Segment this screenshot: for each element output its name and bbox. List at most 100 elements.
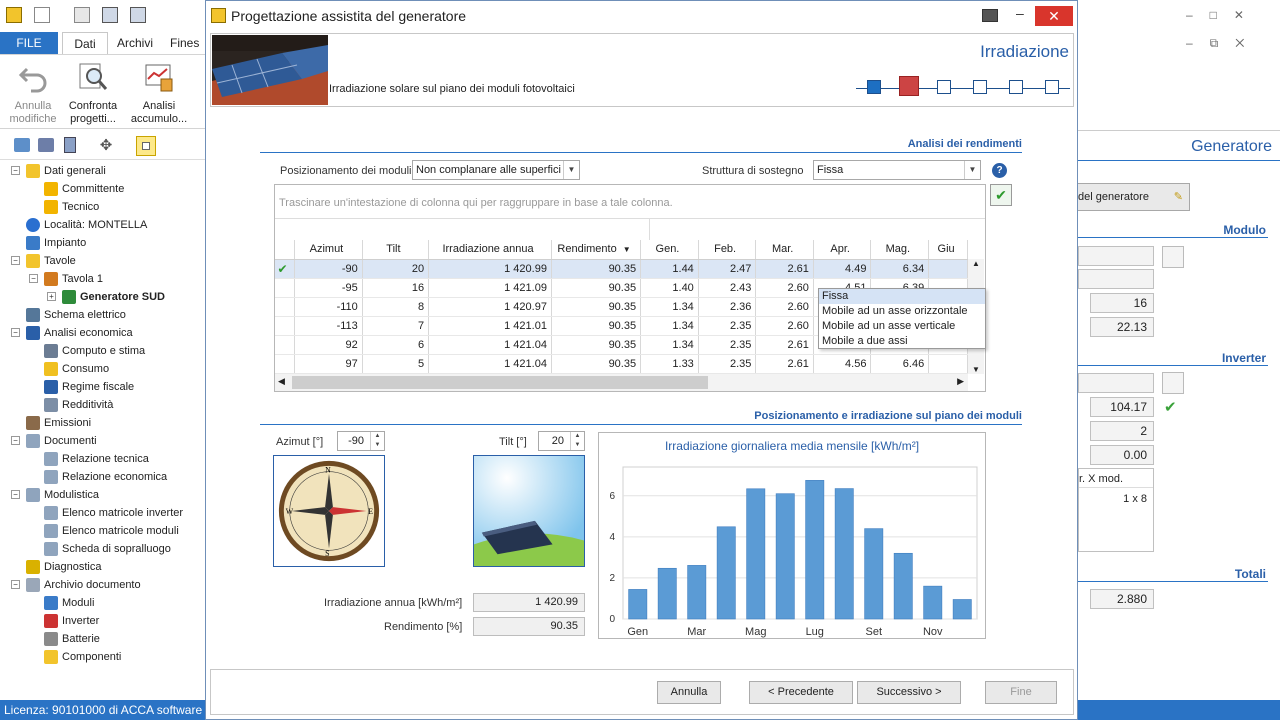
collapse-icon[interactable]: − <box>11 580 20 589</box>
tree-item[interactable]: Redditività <box>44 396 113 414</box>
child-window-controls[interactable]: –⧉✕ <box>1186 36 1276 52</box>
tree-item[interactable]: Regime fiscale <box>44 378 134 396</box>
tree-item[interactable]: Inverter <box>44 612 99 630</box>
collapse-icon[interactable]: − <box>11 328 20 337</box>
previous-button[interactable]: < Precedente <box>749 681 853 704</box>
tree-item[interactable]: Scheda di sopralluogo <box>44 540 171 558</box>
tree-item[interactable]: Elenco matricole moduli <box>44 522 179 540</box>
clipboard-icon[interactable] <box>64 137 76 153</box>
generator-data-button[interactable]: del generatore ✎ <box>1078 183 1190 211</box>
table-row[interactable]: ✔ -90 20 1 420.99 90.35 1.44 2.47 2.61 4.49 6.34 <box>275 259 968 279</box>
column-header[interactable]: Giu <box>928 240 968 260</box>
tree-item[interactable]: Componenti <box>44 648 121 666</box>
tree-item[interactable]: Impianto <box>26 234 86 252</box>
save-icon[interactable] <box>102 7 118 23</box>
tab-finestre[interactable]: Fines <box>170 32 205 54</box>
collapse-icon[interactable]: − <box>11 166 20 175</box>
inverter-list-icon[interactable] <box>1162 372 1184 394</box>
tree-item[interactable]: Emissioni <box>26 414 91 432</box>
step-2-current[interactable] <box>899 76 919 96</box>
tree-item[interactable]: Computo e stima <box>44 342 145 360</box>
option-mobile-verticale[interactable]: Mobile ad un asse verticale <box>819 319 985 334</box>
spin-icon[interactable]: ▲ ▼ <box>570 432 584 450</box>
layers-icon[interactable] <box>38 138 54 152</box>
column-header[interactable]: Mag. <box>870 240 930 260</box>
tree-item[interactable]: Batterie <box>44 630 100 648</box>
tree-item[interactable]: Archivio documento <box>26 576 141 594</box>
undo-button[interactable]: Annulla modifiche <box>3 59 63 126</box>
tree-item[interactable]: Relazione tecnica <box>44 450 149 468</box>
tree-item[interactable]: Tavola 1 <box>44 270 103 288</box>
module-list-icon[interactable] <box>1162 246 1184 268</box>
tree-item[interactable]: Modulistica <box>26 486 99 504</box>
tree-item[interactable]: Dati generali <box>26 162 106 180</box>
column-header[interactable]: Azimut <box>294 240 363 260</box>
monitor-icon[interactable] <box>982 9 998 22</box>
collapse-icon[interactable]: − <box>11 436 20 445</box>
tree-item[interactable]: Schema elettrico <box>26 306 126 324</box>
tree-item[interactable]: Tavole <box>26 252 76 270</box>
column-header[interactable]: Gen. <box>640 240 699 260</box>
folder-icon <box>26 254 40 268</box>
column-header[interactable]: Tilt <box>362 240 430 260</box>
column-header[interactable]: Mar. <box>755 240 814 260</box>
open-folder-icon[interactable] <box>74 7 90 23</box>
tree-item-label: Tavole <box>44 255 76 267</box>
step-4[interactable] <box>973 80 987 94</box>
spin-icon[interactable]: ▲ ▼ <box>370 432 384 450</box>
horizontal-scrollbar[interactable]: ◀ ▶ <box>275 374 968 391</box>
collapse-icon[interactable]: − <box>11 256 20 265</box>
expand-icon[interactable]: + <box>47 292 56 301</box>
column-header[interactable]: Apr. <box>813 240 872 260</box>
tree-item[interactable]: Elenco matricole inverter <box>44 504 183 522</box>
positioning-select[interactable]: Non complanare alle superfici ▼ <box>412 160 580 180</box>
book-icon[interactable] <box>14 138 30 152</box>
next-button[interactable]: Successivo > <box>857 681 961 704</box>
step-6[interactable] <box>1045 80 1059 94</box>
finish-button[interactable]: Fine <box>985 681 1057 704</box>
minimize-button[interactable]: – <box>1016 5 1024 21</box>
tree-item[interactable]: Diagnostica <box>26 558 101 576</box>
tab-archivi[interactable]: Archivi <box>112 32 158 54</box>
table-cell: 2.43 <box>698 278 757 298</box>
option-mobile-orizzontale[interactable]: Mobile ad un asse orizzontale <box>819 304 985 319</box>
tree-item[interactable]: Consumo <box>44 360 109 378</box>
app-logo-icon[interactable] <box>6 7 22 23</box>
option-fissa[interactable]: Fissa <box>819 289 985 304</box>
cancel-button[interactable]: Annulla <box>657 681 721 704</box>
tree-item[interactable]: Analisi economica <box>26 324 133 342</box>
tree-item[interactable]: Documenti <box>26 432 97 450</box>
collapse-icon[interactable]: − <box>11 490 20 499</box>
collapse-icon[interactable]: − <box>29 274 38 283</box>
structure-select[interactable]: Fissa ▼ <box>813 160 981 180</box>
option-due-assi[interactable]: Mobile a due assi <box>819 334 985 349</box>
column-header[interactable]: Rendimento ▼ <box>551 240 642 260</box>
tilt-input[interactable]: 20 ▲ ▼ <box>538 431 585 451</box>
step-5[interactable] <box>1009 80 1023 94</box>
compare-projects-button[interactable]: Confronta progetti... <box>63 59 123 126</box>
tab-file[interactable]: FILE <box>0 32 58 54</box>
tree-item[interactable]: Moduli <box>44 594 94 612</box>
move-icon[interactable]: ✥ <box>96 137 116 155</box>
tree-item[interactable]: Generatore SUD <box>62 288 165 306</box>
table-row[interactable]: 97 5 1 421.04 90.35 1.33 2.35 2.61 4.56 6.46 <box>275 354 968 374</box>
close-button[interactable]: ✕ <box>1035 6 1073 26</box>
tree-item[interactable]: Tecnico <box>44 198 99 216</box>
new-file-icon[interactable] <box>34 7 50 23</box>
confirm-check-button[interactable]: ✔ <box>990 184 1012 206</box>
storage-analysis-button[interactable]: Analisi accumulo... <box>129 59 189 126</box>
tree-item[interactable]: Committente <box>44 180 124 198</box>
tree-item[interactable]: Relazione economica <box>44 468 167 486</box>
step-1[interactable] <box>867 80 881 94</box>
column-header[interactable]: Feb. <box>698 240 757 260</box>
save-all-icon[interactable] <box>130 7 146 23</box>
note-icon[interactable] <box>136 136 156 156</box>
step-3[interactable] <box>937 80 951 94</box>
tree-item[interactable]: Località: MONTELLA <box>26 216 147 234</box>
column-header[interactable]: Irradiazione annua <box>428 240 552 260</box>
azimut-input[interactable]: -90 ▲ ▼ <box>337 431 385 451</box>
structure-label: Struttura di sostegno <box>702 165 804 177</box>
window-controls[interactable]: –□✕ <box>1186 8 1276 24</box>
tab-dati[interactable]: Dati <box>62 32 108 54</box>
help-icon[interactable]: ? <box>992 163 1007 178</box>
